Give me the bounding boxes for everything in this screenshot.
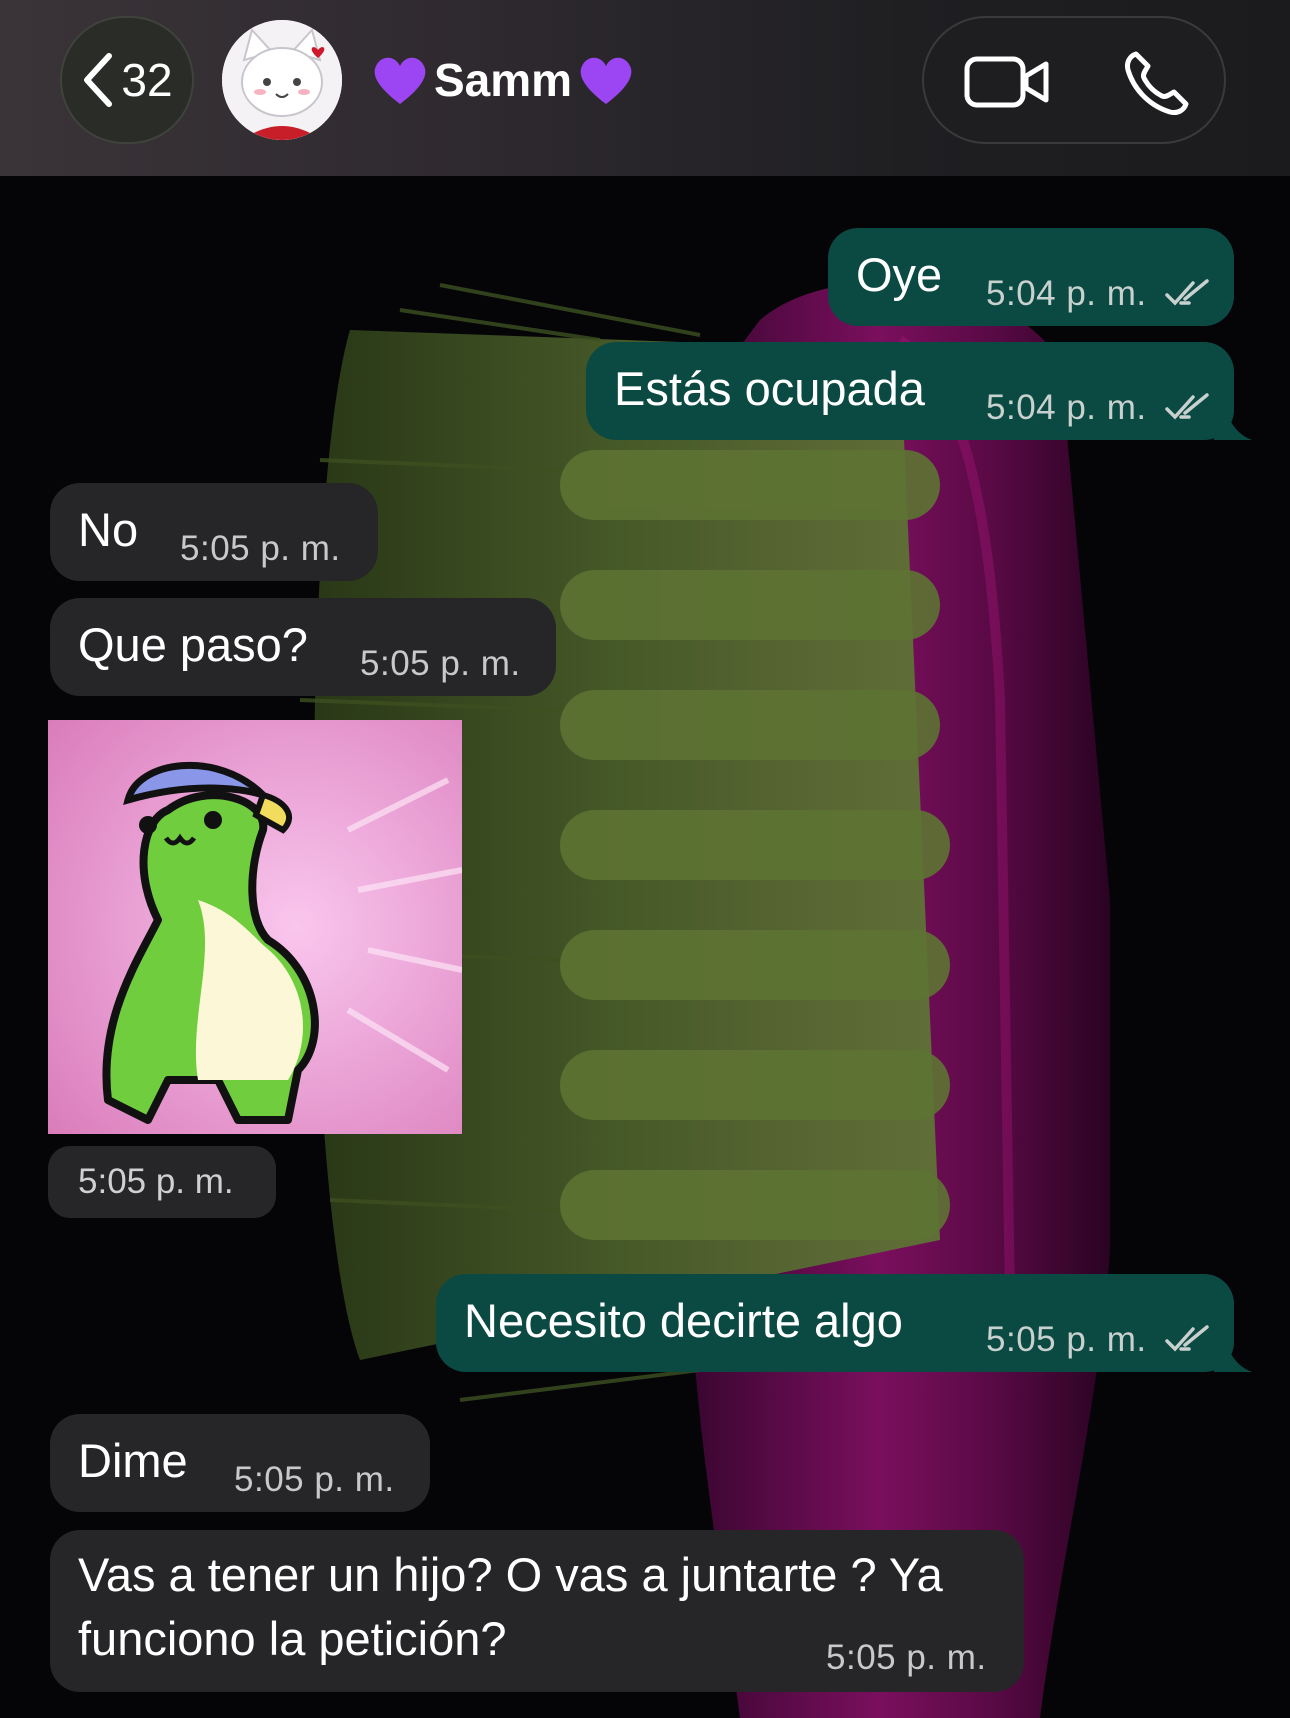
back-button[interactable]: 32	[60, 16, 194, 144]
message-time: 5:05 p. m.	[234, 1460, 395, 1499]
video-camera-icon[interactable]	[964, 54, 1050, 110]
dinosaur-sticker-image	[48, 720, 462, 1134]
message-text: Oye	[856, 248, 943, 301]
message-bubble-incoming[interactable]: Vas a tener un hijo? O vas a juntarte ? …	[50, 1530, 1024, 1692]
message-time: 5:04 p. m.	[986, 388, 1147, 427]
message-bubble-incoming[interactable]: No 5:05 p. m.	[50, 483, 378, 581]
sticker-timestamp: 5:05 p. m.	[48, 1146, 276, 1218]
double-check-icon	[1165, 393, 1209, 420]
chevron-left-icon	[84, 53, 113, 107]
message-time: 5:04 p. m.	[986, 274, 1147, 313]
message-time: 5:05 p. m.	[826, 1638, 987, 1677]
unread-count: 32	[121, 54, 173, 106]
white-cat-avatar-icon	[222, 20, 342, 140]
contact-name-text: Samm	[434, 54, 573, 106]
message-text-line-1: Vas a tener un hijo? O vas a juntarte ? …	[78, 1548, 943, 1601]
purple-heart-icon	[370, 52, 430, 108]
double-check-icon	[1165, 279, 1209, 306]
message-text-line-2: funciono la petición?	[78, 1612, 507, 1665]
phone-icon[interactable]	[1122, 48, 1192, 118]
message-text: Dime	[78, 1434, 188, 1487]
message-bubble-outgoing[interactable]: Oye 5:04 p. m.	[828, 228, 1234, 326]
double-check-icon	[1165, 1325, 1209, 1352]
contact-name[interactable]: Samm	[370, 40, 636, 120]
message-text: Que paso?	[78, 618, 308, 671]
green-dinosaur-sticker[interactable]	[48, 720, 462, 1134]
message-text: No	[78, 503, 139, 556]
message-time: 5:05 p. m.	[180, 529, 341, 568]
message-text: Necesito decirte algo	[464, 1294, 903, 1347]
purple-heart-icon	[576, 52, 636, 108]
message-bubble-outgoing[interactable]: Estás ocupada 5:04 p. m.	[586, 342, 1234, 440]
message-time: 5:05 p. m.	[986, 1320, 1147, 1359]
message-text: Estás ocupada	[614, 362, 925, 415]
message-bubble-incoming[interactable]: Que paso? 5:05 p. m.	[50, 598, 556, 696]
message-bubble-incoming[interactable]: Dime 5:05 p. m.	[50, 1414, 430, 1512]
call-actions	[922, 16, 1226, 144]
message-time: 5:05 p. m.	[360, 644, 521, 683]
message-time: 5:05 p. m.	[78, 1162, 234, 1201]
contact-avatar[interactable]	[222, 20, 342, 140]
message-bubble-outgoing[interactable]: Necesito decirte algo 5:05 p. m.	[436, 1274, 1234, 1372]
chat-header: 32 Samm	[0, 0, 1290, 176]
